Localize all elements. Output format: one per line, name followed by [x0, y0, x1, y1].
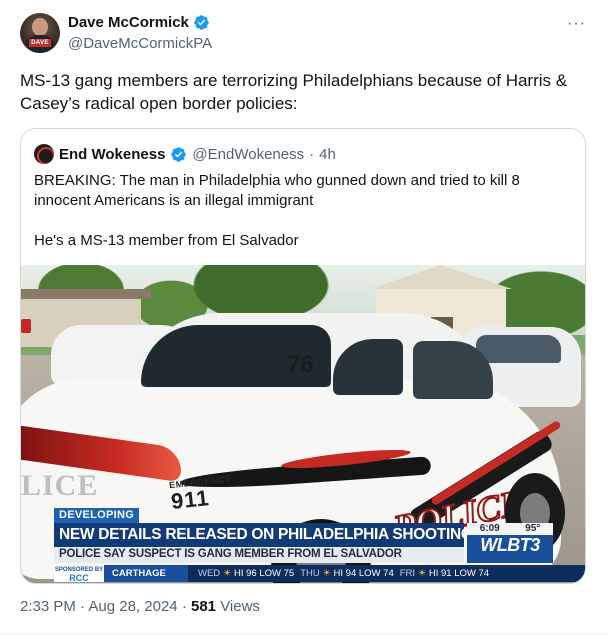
quote-timestamp[interactable]: 4h — [319, 146, 336, 163]
clock-temp-row: 6:09 95° — [467, 523, 553, 535]
forecast-day: WED — [198, 568, 221, 579]
author-name-row: Dave McCormick — [68, 14, 210, 31]
sponsor-logo: RCC — [69, 573, 89, 583]
quote-display-name[interactable]: End Wokeness — [59, 146, 165, 163]
forecast-item: THU ☀ HI 94 LOW 74 — [300, 568, 394, 579]
forecast-day: FRI — [399, 568, 416, 579]
verified-badge-icon — [194, 15, 209, 30]
ticker-city: CARTHAGE — [104, 565, 188, 582]
car-roof-number: 76 — [287, 351, 314, 378]
weather-ticker: SPONSORED BY RCC CARTHAGE WED ☀ HI 96 LO… — [54, 565, 585, 583]
author-handle[interactable]: @DaveMcCormickPA — [68, 35, 212, 52]
forecast-text: HI 96 LOW 75 — [233, 568, 295, 579]
views-count[interactable]: 581 — [191, 598, 216, 615]
quote-handle[interactable]: @EndWokeness — [192, 146, 304, 163]
more-options-icon[interactable]: ··· — [567, 15, 586, 33]
author-avatar[interactable]: DAVE — [20, 13, 60, 53]
quote-header: End Wokeness @EndWokeness · 4h — [34, 144, 336, 164]
tweet-header: DAVE Dave McCormick @DaveMcCormickPA ··· — [20, 13, 588, 57]
forecast-text: HI 94 LOW 74 — [333, 568, 394, 579]
temperature: 95° — [525, 523, 541, 534]
car-front-window — [413, 341, 493, 399]
tweet-footer: 2:33 PM · Aug 28, 2024 · 581 Views — [20, 598, 260, 615]
footer-dot: · — [80, 598, 86, 615]
sun-icon: ☀ — [222, 568, 232, 579]
avatar-badge: DAVE — [29, 39, 51, 47]
forecast-day: THU — [300, 568, 320, 579]
divider — [0, 634, 608, 635]
quote-media-image[interactable]: 76 LICE EMERGENCY 911 POLICE DEVELOPING … — [21, 265, 585, 583]
avatar-face — [32, 18, 48, 36]
quote-avatar[interactable] — [34, 144, 54, 164]
forecast-text: HI 91 LOW 74 — [428, 568, 490, 579]
forecast-item: WED ☀ HI 96 LOW 75 — [198, 568, 294, 579]
forecast-item: FRI ☀ HI 91 LOW 74 — [400, 568, 489, 579]
quote-separator: · — [309, 145, 315, 163]
quote-paragraph: He's a MS-13 member from El Salvador — [34, 232, 299, 249]
views-label: Views — [220, 598, 260, 615]
developing-tag: DEVELOPING — [54, 508, 140, 523]
sun-icon: ☀ — [417, 568, 427, 579]
news-lower-third: DEVELOPING NEW DETAILS RELEASED ON PHILA… — [21, 505, 585, 583]
tweet-text: MS-13 gang members are terrorizing Phila… — [20, 71, 568, 113]
post-date[interactable]: Aug 28, 2024 — [88, 598, 177, 615]
author-display-name[interactable]: Dave McCormick — [68, 14, 189, 31]
station-logo: WLBT3 — [480, 535, 540, 555]
clock: 6:09 — [479, 523, 500, 534]
sun-icon: ☀ — [322, 568, 331, 579]
news-headline: NEW DETAILS RELEASED ON PHILADELPHIA SHO… — [59, 526, 483, 543]
post-time[interactable]: 2:33 PM — [20, 598, 76, 615]
footer-dot: · — [181, 598, 187, 615]
verified-badge-icon — [171, 146, 187, 162]
quote-paragraph: BREAKING: The man in Philadelphia who gu… — [34, 172, 520, 209]
news-subline: POLICE SAY SUSPECT IS GANG MEMBER FROM E… — [59, 548, 402, 560]
quoted-tweet[interactable]: End Wokeness @EndWokeness · 4h BREAKING:… — [20, 128, 586, 584]
quote-text: BREAKING: The man in Philadelphia who gu… — [34, 171, 574, 271]
forecast-list: WED ☀ HI 96 LOW 75 THU ☀ HI 94 LOW 74 FR… — [188, 568, 489, 579]
sponsor-box: SPONSORED BY RCC — [54, 565, 104, 583]
car-trunk-lettering: LICE — [21, 469, 99, 502]
